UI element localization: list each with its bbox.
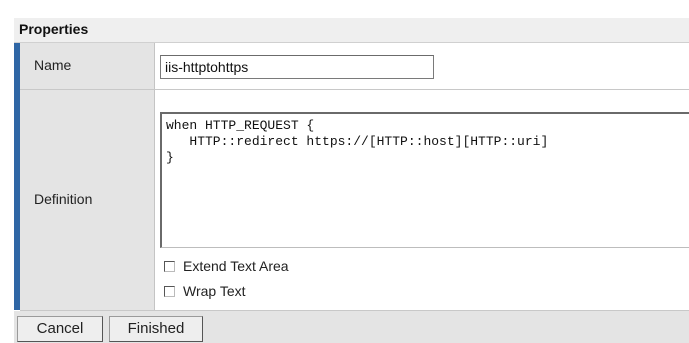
extend-text-area-checkbox[interactable] — [164, 260, 175, 272]
name-label: Name — [34, 57, 72, 73]
wrap-text-checkbox[interactable] — [164, 285, 175, 297]
section-title: Properties — [19, 21, 89, 37]
definition-code: when HTTP_REQUEST { HTTP::redirect https… — [166, 118, 549, 165]
cancel-button[interactable]: Cancel — [17, 316, 103, 342]
definition-textarea[interactable]: when HTTP_REQUEST { HTTP::redirect https… — [160, 112, 689, 248]
extend-text-area-option[interactable]: Extend Text Area — [164, 257, 289, 275]
finished-button[interactable]: Finished — [109, 316, 203, 342]
wrap-text-label: Wrap Text — [183, 283, 246, 299]
definition-label-cell: Definition — [20, 90, 155, 310]
properties-header: Properties — [14, 18, 689, 43]
wrap-text-option[interactable]: Wrap Text — [164, 282, 246, 300]
name-label-cell: Name — [20, 43, 155, 89]
extend-text-area-label: Extend Text Area — [183, 258, 289, 274]
definition-label: Definition — [34, 191, 93, 207]
name-input[interactable] — [160, 55, 434, 79]
